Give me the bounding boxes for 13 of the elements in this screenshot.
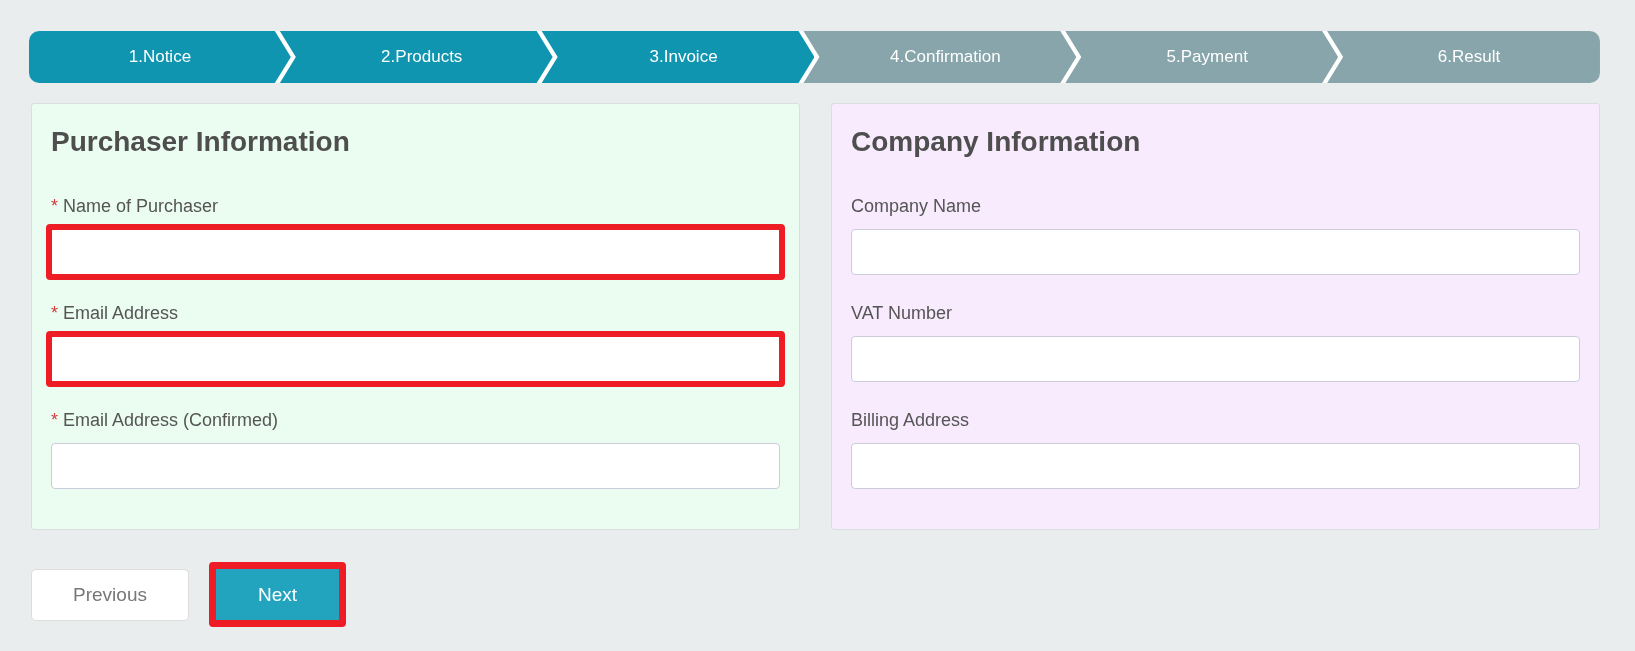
previous-button[interactable]: Previous — [31, 568, 189, 621]
panel-title: Company Information — [851, 126, 1142, 158]
field-label: VAT Number — [851, 303, 954, 324]
field-label: * Email Address (Confirmed) — [51, 410, 280, 431]
field-label: Billing Address — [851, 410, 971, 431]
field-label: * Name of Purchaser — [51, 196, 220, 217]
field-label: * Email Address — [51, 303, 180, 324]
input-field[interactable] — [46, 224, 785, 280]
next-button[interactable]: Next — [209, 562, 346, 627]
input-field[interactable] — [46, 331, 785, 387]
field-label: Company Name — [851, 196, 983, 217]
progress-step: 1.Notice — [29, 31, 291, 83]
panel-title: Purchaser Information — [51, 126, 351, 158]
